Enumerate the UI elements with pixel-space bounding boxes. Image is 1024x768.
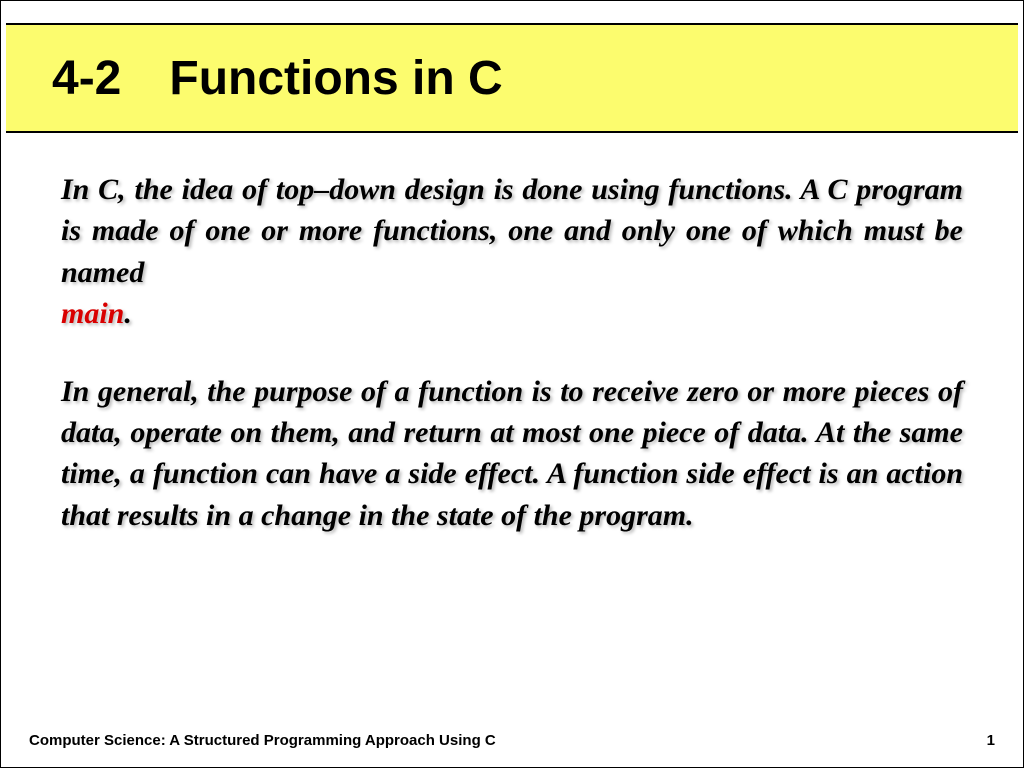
footer: Computer Science: A Structured Programmi… — [29, 732, 995, 749]
slide: 4-2 Functions in C In C, the idea of top… — [0, 0, 1024, 768]
footer-left: Computer Science: A Structured Programmi… — [29, 732, 496, 749]
paragraph-gap — [61, 335, 963, 371]
paragraph-1-end: . — [124, 297, 132, 330]
paragraph-2: In general, the purpose of a function is… — [61, 371, 963, 537]
main-keyword: main — [61, 297, 124, 330]
slide-body: In C, the idea of top–down design is don… — [61, 169, 963, 536]
slide-title: 4-2 Functions in C — [52, 51, 503, 106]
footer-page-number: 1 — [987, 732, 995, 749]
paragraph-1: In C, the idea of top–down design is don… — [61, 169, 963, 335]
paragraph-1-text: In C, the idea of top–down design is don… — [61, 173, 963, 289]
title-band: 4-2 Functions in C — [6, 23, 1018, 133]
